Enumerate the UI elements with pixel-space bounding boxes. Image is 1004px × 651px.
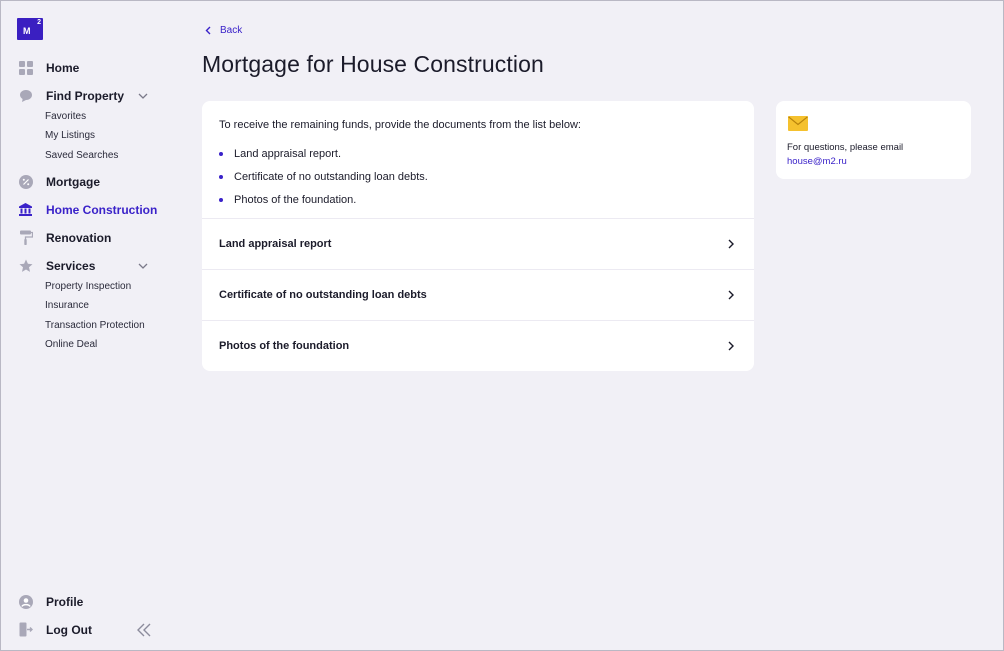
sidebar-subitem-online-deal[interactable]: Online Deal — [45, 339, 97, 350]
document-row-loan-certificate[interactable]: Certificate of no outstanding loan debts — [202, 269, 754, 320]
chevron-down-icon[interactable] — [137, 90, 149, 102]
star-icon — [18, 258, 33, 273]
sidebar-item-find-property[interactable]: Find Property — [18, 88, 124, 103]
bank-icon — [18, 202, 33, 217]
list-item-text: Certificate of no outstanding loan debts… — [234, 170, 428, 183]
sidebar-subitem-my-listings[interactable]: My Listings — [45, 130, 95, 141]
sidebar-item-renovation[interactable]: Renovation — [18, 230, 111, 245]
sidebar-subitem-transaction-protection[interactable]: Transaction Protection — [45, 320, 145, 331]
contact-text: For questions, please email — [787, 142, 904, 153]
chevron-right-icon — [728, 239, 734, 249]
sidebar-item-home-construction[interactable]: Home Construction — [18, 202, 157, 217]
contact-email-link[interactable]: house@m2.ru — [787, 156, 847, 167]
bullet-dot — [219, 174, 223, 179]
document-row-label: Land appraisal report — [219, 238, 332, 250]
m2-logo[interactable]: M 2 — [17, 18, 43, 40]
chat-bubble-icon — [18, 88, 33, 103]
back-label: Back — [220, 25, 243, 36]
sidebar-item-label: Home Construction — [46, 202, 158, 217]
document-row-label: Certificate of no outstanding loan debts — [219, 289, 427, 301]
sidebar-item-label: Log Out — [46, 622, 92, 637]
required-documents-list: Land appraisal report. Certificate of no… — [219, 142, 428, 211]
list-item: Certificate of no outstanding loan debts… — [219, 165, 428, 188]
logo-superscript: 2 — [37, 19, 41, 26]
logout-icon — [18, 622, 33, 637]
document-row-foundation-photos[interactable]: Photos of the foundation — [202, 320, 754, 371]
chevron-right-icon — [728, 290, 734, 300]
sidebar-item-label: Renovation — [46, 230, 112, 245]
document-row-land-appraisal[interactable]: Land appraisal report — [202, 218, 754, 269]
sidebar: M 2 Home Find Property Favorites My List… — [1, 1, 171, 650]
sidebar-item-mortgage[interactable]: Mortgage — [18, 174, 100, 189]
sidebar-item-logout[interactable]: Log Out — [18, 622, 92, 637]
bullet-dot — [219, 151, 223, 156]
sidebar-subitem-property-inspection[interactable]: Property Inspection — [45, 281, 131, 292]
documents-card: To receive the remaining funds, provide … — [202, 101, 754, 371]
chevron-right-icon — [728, 341, 734, 351]
list-item: Photos of the foundation. — [219, 188, 428, 211]
collapse-sidebar-icon[interactable] — [135, 622, 153, 638]
page-title: Mortgage for House Construction — [202, 51, 544, 77]
grid-icon — [18, 60, 33, 75]
list-item-text: Land appraisal report. — [234, 147, 342, 160]
envelope-icon — [788, 116, 808, 131]
sidebar-item-services[interactable]: Services — [18, 258, 95, 273]
logo-letter: M — [23, 26, 31, 36]
sidebar-item-label: Find Property — [46, 88, 125, 103]
sidebar-item-label: Profile — [46, 594, 84, 609]
sidebar-item-label: Home — [46, 60, 80, 75]
list-item-text: Photos of the foundation. — [234, 193, 357, 206]
list-item: Land appraisal report. — [219, 142, 428, 165]
sidebar-subitem-saved-searches[interactable]: Saved Searches — [45, 150, 118, 161]
sidebar-item-home[interactable]: Home — [18, 60, 79, 75]
back-link[interactable]: Back — [205, 25, 242, 36]
chevron-left-icon — [205, 26, 211, 35]
percent-icon — [18, 174, 33, 189]
bullet-dot — [219, 197, 223, 202]
instructions-text: To receive the remaining funds, provide … — [219, 119, 581, 131]
sidebar-subitem-favorites[interactable]: Favorites — [45, 111, 86, 122]
sidebar-item-label: Services — [46, 258, 96, 273]
paint-roller-icon — [18, 230, 33, 245]
sidebar-item-label: Mortgage — [46, 174, 100, 189]
chevron-down-icon[interactable] — [137, 260, 149, 272]
contact-card: For questions, please email house@m2.ru — [776, 101, 971, 179]
user-avatar-icon — [18, 594, 33, 609]
sidebar-item-profile[interactable]: Profile — [18, 594, 83, 609]
sidebar-subitem-insurance[interactable]: Insurance — [45, 300, 89, 311]
document-row-label: Photos of the foundation — [219, 340, 350, 352]
